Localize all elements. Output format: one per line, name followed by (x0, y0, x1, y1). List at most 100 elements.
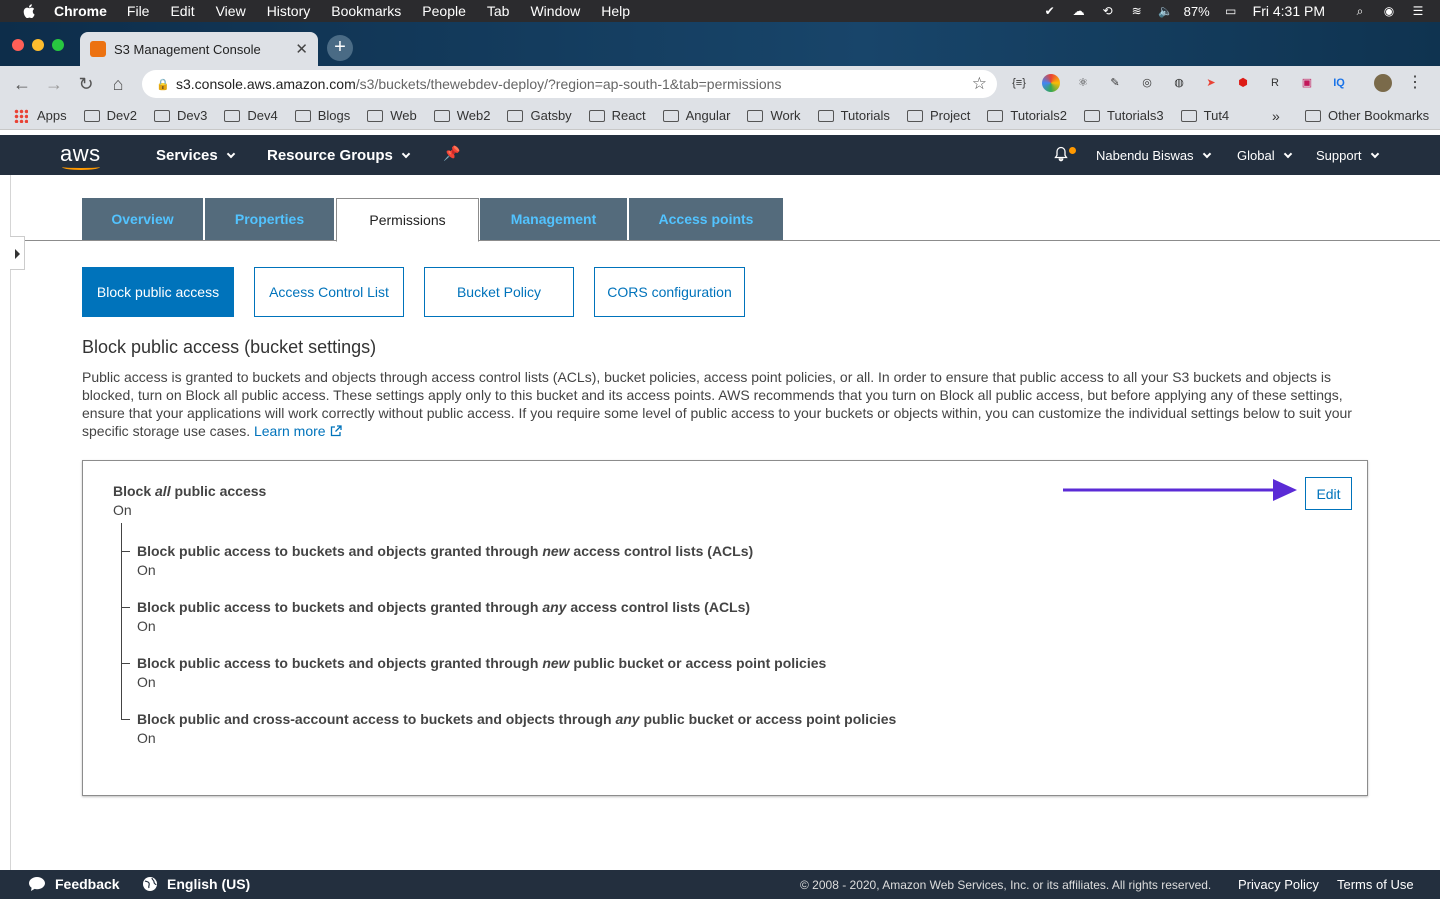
menu-help[interactable]: Help (601, 3, 630, 19)
menubar-clock[interactable]: Fri 4:31 PM (1253, 3, 1325, 19)
window-zoom-button[interactable] (52, 39, 64, 51)
bookmark-folder[interactable]: Dev2 (83, 108, 137, 123)
extension-colorpicker-icon[interactable] (1042, 74, 1060, 92)
new-tab-button[interactable]: + (327, 35, 353, 61)
bookmark-folder[interactable]: Work (747, 108, 801, 123)
extension-angular-icon[interactable]: ⬢ (1234, 74, 1252, 92)
other-bookmarks-folder[interactable]: Other Bookmarks (1305, 108, 1429, 123)
bookmark-folder[interactable]: Dev3 (154, 108, 207, 123)
volume-icon[interactable]: 🔈 (1158, 4, 1174, 18)
menu-app-name[interactable]: Chrome (54, 3, 107, 19)
forward-arrow-icon[interactable]: → (44, 74, 64, 94)
support-menu[interactable]: Support (1316, 148, 1379, 163)
tab-properties[interactable]: Properties (205, 198, 334, 240)
address-bar[interactable]: 🔒 s3.console.aws.amazon.com/s3/buckets/t… (142, 70, 997, 98)
edit-button[interactable]: Edit (1305, 477, 1352, 510)
time-machine-icon[interactable]: ⟲ (1100, 4, 1116, 18)
pin-icon[interactable]: 📌 (443, 145, 460, 162)
tab-close-icon[interactable]: ✕ (295, 40, 308, 58)
folder-icon (294, 109, 311, 122)
extension-json-icon[interactable]: {≡} (1010, 74, 1028, 92)
chrome-menu-icon[interactable]: ⋮ (1406, 74, 1424, 92)
bookmark-folder[interactable]: Web2 (433, 108, 490, 123)
bookmark-folder[interactable]: Tutorials (817, 108, 890, 123)
subtab-access-control-list[interactable]: Access Control List (254, 267, 404, 317)
menu-tab[interactable]: Tab (487, 3, 510, 19)
browser-tab-active[interactable]: S3 Management Console ✕ (80, 32, 318, 66)
menu-people[interactable]: People (422, 3, 466, 19)
setting-value: On (137, 618, 156, 634)
bookmark-folder[interactable]: Angular (662, 108, 730, 123)
menu-history[interactable]: History (267, 3, 311, 19)
menubar-status-area: ✔ ☁ ⟲ ≋ 🔈 87% ▭ Fri 4:31 PM ⌕ ◉ ☰ (1029, 0, 1440, 22)
profile-avatar[interactable] (1374, 74, 1392, 92)
bell-icon[interactable] (1053, 146, 1069, 162)
tab-management[interactable]: Management (480, 198, 627, 240)
bookmark-apps[interactable]: Apps (0, 108, 67, 123)
bookmark-folder[interactable]: Tut4 (1180, 108, 1229, 123)
tab-access-points[interactable]: Access points (629, 198, 783, 240)
resource-groups-menu[interactable]: Resource Groups (267, 147, 411, 164)
subtab-cors-configuration[interactable]: CORS configuration (594, 267, 745, 317)
menu-file[interactable]: File (127, 3, 150, 19)
feedback-button[interactable]: Feedback (28, 876, 120, 892)
terms-of-use-link[interactable]: Terms of Use (1337, 877, 1414, 892)
apple-icon[interactable] (20, 4, 38, 18)
bookmark-folder[interactable]: Blogs (294, 108, 350, 123)
bookmark-folder[interactable]: React (588, 108, 646, 123)
services-menu[interactable]: Services (156, 147, 235, 164)
region-menu[interactable]: Global (1237, 148, 1292, 163)
siri-icon[interactable]: ◉ (1381, 4, 1397, 18)
subtab-bucket-policy[interactable]: Bucket Policy (424, 267, 574, 317)
menu-edit[interactable]: Edit (170, 3, 194, 19)
extension-target-icon[interactable]: ◎ (1138, 74, 1156, 92)
folder-icon (1084, 109, 1101, 122)
sidebar-expand-button[interactable] (10, 236, 25, 270)
window-minimize-button[interactable] (32, 39, 44, 51)
browser-toolbar: ← → ↻ ⌂ 🔒 s3.console.aws.amazon.com/s3/b… (0, 66, 1440, 102)
bookmark-folder[interactable]: Tutorials2 (987, 108, 1067, 123)
extension-ghost-icon[interactable]: ◍ (1170, 74, 1188, 92)
window-close-button[interactable] (12, 39, 24, 51)
menu-view[interactable]: View (216, 3, 246, 19)
bookmark-folder[interactable]: Web (367, 108, 417, 123)
extension-redirect-icon[interactable]: ➤ (1202, 74, 1220, 92)
bookmark-folder[interactable]: Tutorials3 (1084, 108, 1164, 123)
battery-icon[interactable]: ▭ (1223, 4, 1239, 18)
checkmark-icon[interactable]: ✔ (1042, 4, 1058, 18)
privacy-policy-link[interactable]: Privacy Policy (1238, 877, 1319, 892)
extension-ii-icon[interactable]: ▣ (1298, 74, 1316, 92)
extension-iq-icon[interactable]: IQ (1330, 74, 1348, 92)
folder-icon (1305, 109, 1321, 122)
learn-more-link[interactable]: Learn more (254, 423, 342, 439)
tab-overview[interactable]: Overview (82, 198, 203, 240)
home-icon[interactable]: ⌂ (108, 74, 128, 94)
extension-r-icon[interactable]: R (1266, 74, 1284, 92)
bookmark-folder[interactable]: Gatsby (507, 108, 572, 123)
extension-react-icon[interactable]: ⚛ (1074, 74, 1092, 92)
chevron-down-icon (226, 149, 235, 159)
bookmark-folder[interactable]: Dev4 (224, 108, 278, 123)
extension-pen-icon[interactable]: ✎ (1106, 74, 1124, 92)
wifi-icon[interactable]: ≋ (1129, 4, 1145, 18)
tree-tick (121, 607, 130, 608)
tab-permissions[interactable]: Permissions (336, 198, 479, 242)
bookmark-folder[interactable]: Project (906, 108, 970, 123)
lock-icon[interactable]: 🔒 (156, 78, 170, 91)
notification-center-icon[interactable]: ☰ (1410, 4, 1426, 18)
user-menu[interactable]: Nabendu Biswas (1096, 148, 1211, 163)
external-link-icon (330, 425, 342, 437)
bookmarks-bar: Apps Dev2 Dev3 Dev4 Blogs Web Web2 Gatsb… (0, 102, 1440, 130)
bookmarks-overflow-button[interactable]: » (1272, 108, 1280, 124)
section-description: Public access is granted to buckets and … (82, 368, 1372, 440)
label-emphasis: all (155, 483, 171, 499)
language-selector[interactable]: English (US) (142, 876, 250, 892)
back-arrow-icon[interactable]: ← (12, 74, 32, 94)
reload-icon[interactable]: ↻ (76, 74, 96, 94)
menu-window[interactable]: Window (530, 3, 580, 19)
subtab-block-public-access[interactable]: Block public access (82, 267, 234, 317)
bookmark-star-icon[interactable]: ☆ (972, 74, 987, 94)
cloud-icon[interactable]: ☁ (1071, 4, 1087, 18)
spotlight-search-icon[interactable]: ⌕ (1352, 4, 1368, 18)
menu-bookmarks[interactable]: Bookmarks (331, 3, 401, 19)
